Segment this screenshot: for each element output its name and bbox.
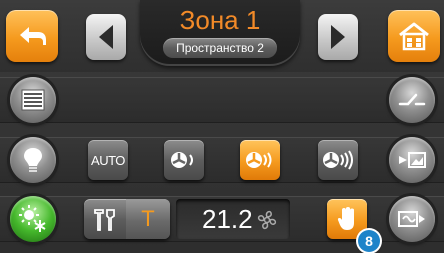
previous-zone-button[interactable] [86,14,126,60]
fan-high-button[interactable] [318,140,358,180]
thermostat-screen: Зона 1 Пространство 2 AUTO T 21.2 8 [0,0,444,253]
back-arrow-icon [20,27,46,45]
switch-icon [398,93,426,106]
scene-button[interactable] [389,137,435,183]
climate-mode-button[interactable] [10,196,56,242]
blinds-icon [21,89,45,111]
forward-icon [398,211,425,227]
lightbulb-icon [24,148,42,172]
home-icon [399,22,429,51]
switch-button[interactable] [389,77,435,123]
fan-medium-icon [246,152,272,168]
settings-group: T [84,199,170,239]
next-zone-button[interactable] [318,14,358,60]
blinds-button[interactable] [10,77,56,123]
zone-title: Зона 1 [179,5,261,35]
chevron-left-icon [99,25,113,49]
next-page-button[interactable] [389,196,435,242]
notification-badge: 8 [358,230,380,252]
fan-icon [257,210,277,230]
chevron-right-icon [331,25,345,49]
sun-snowflake-icon [19,205,46,232]
fan-high-icon [323,150,353,170]
temperature-value: 21.2 [202,204,253,234]
back-button[interactable] [6,10,58,62]
temperature-mode-button[interactable]: T [126,199,170,239]
light-button[interactable] [10,137,56,183]
settings-button[interactable] [84,199,126,239]
fan-low-button[interactable] [164,140,204,180]
temperature-display: 21.2 [176,199,290,239]
row-fan [0,137,444,183]
hand-icon [337,207,354,230]
fan-low-icon [171,152,193,168]
space-name: Пространство 2 [163,38,277,58]
fan-auto-label: AUTO [91,152,125,168]
fan-auto-button[interactable]: AUTO [88,140,128,180]
row-blinds [0,77,444,123]
fan-medium-button[interactable] [240,140,280,180]
zone-header: Зона 1 Пространство 2 [140,0,300,66]
scene-icon [399,152,426,168]
tools-icon [94,209,115,231]
home-button[interactable] [388,10,440,62]
